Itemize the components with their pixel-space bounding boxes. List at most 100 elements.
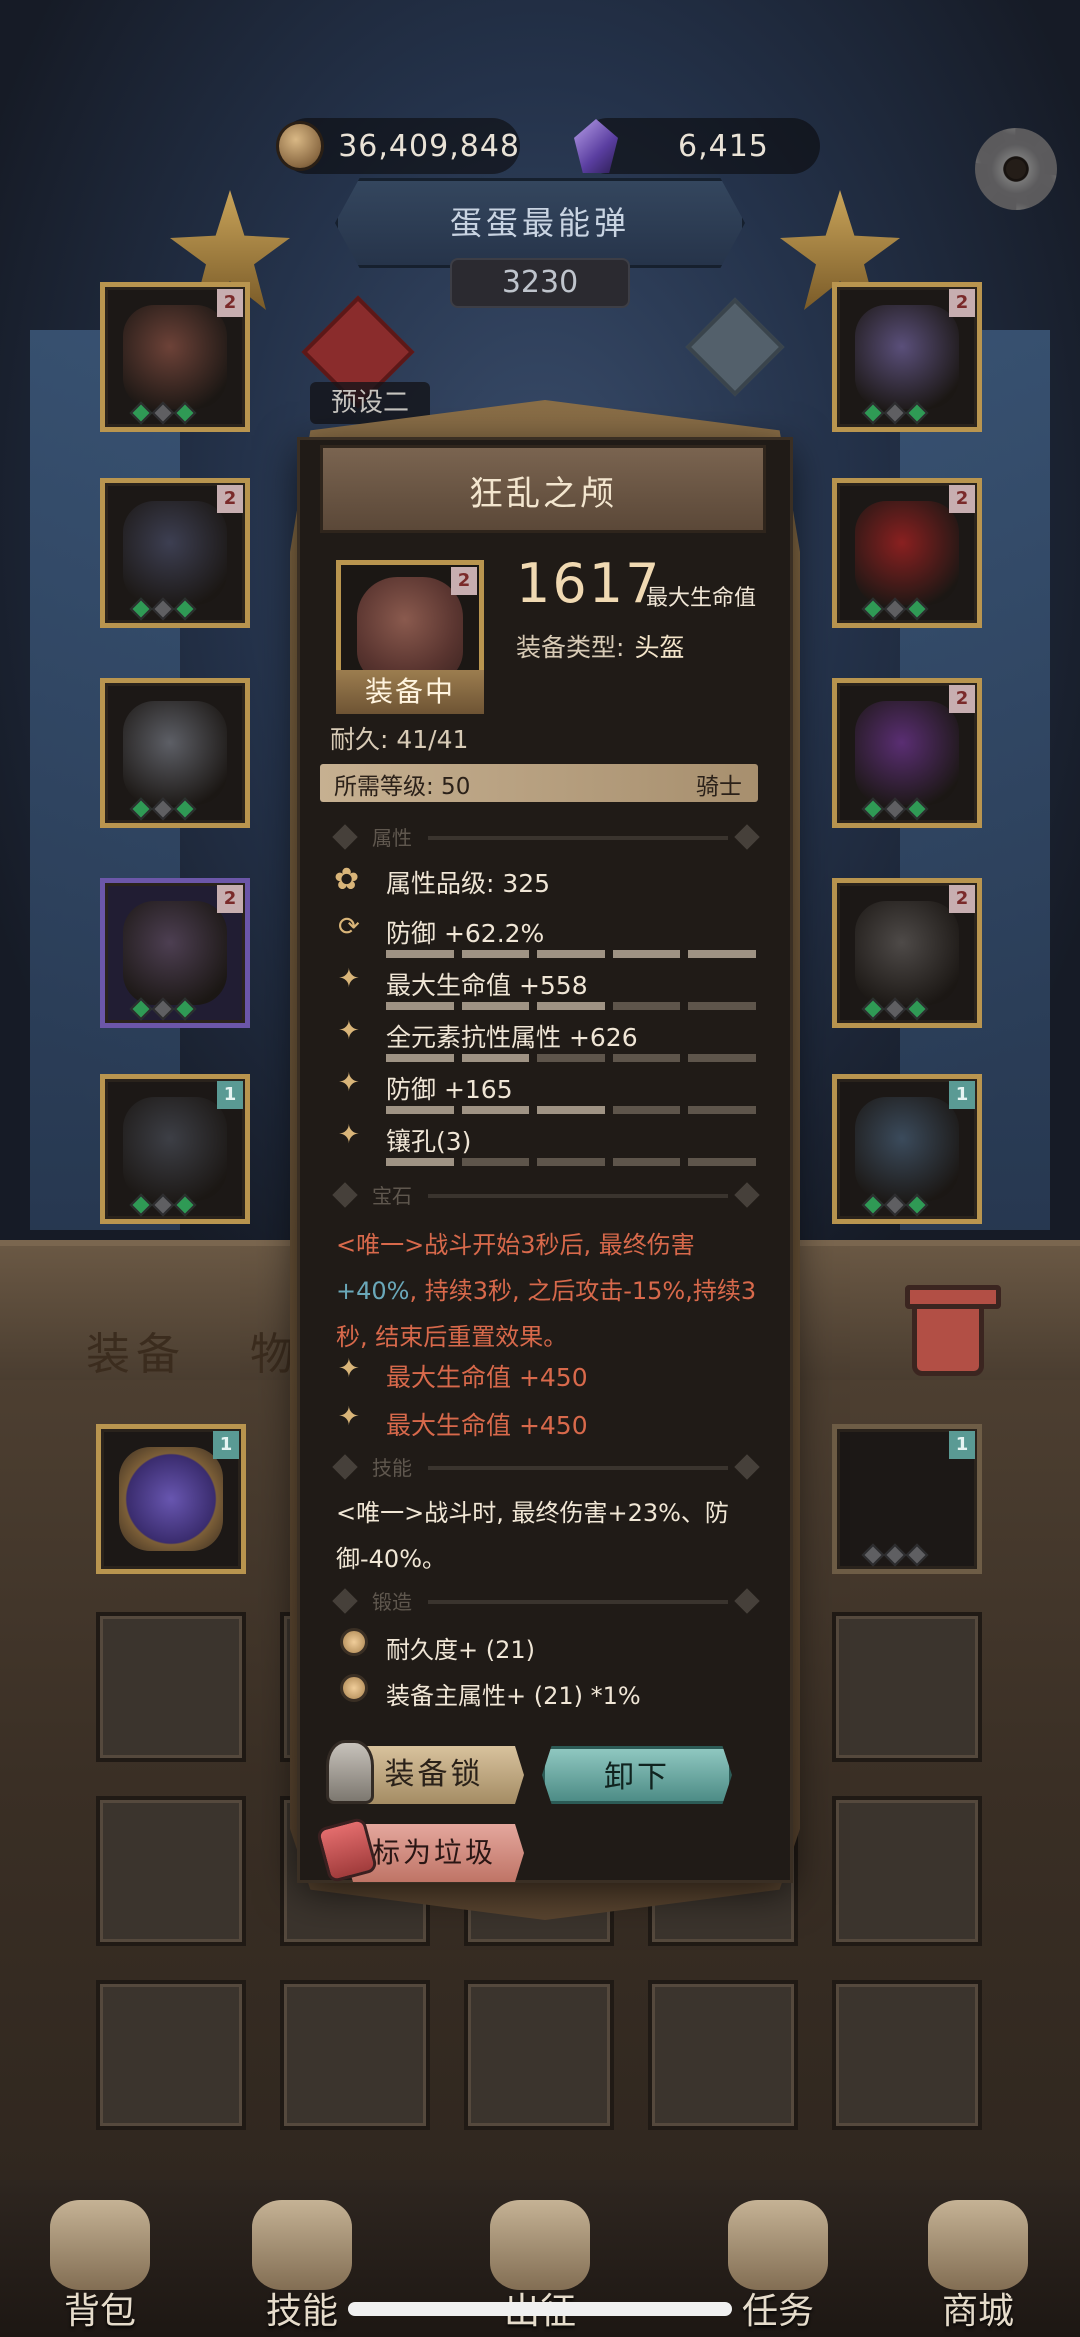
bag-slot[interactable]	[464, 1980, 614, 2130]
nav-bag[interactable]: 背包	[30, 2200, 170, 2334]
weapon-icon	[855, 901, 959, 1005]
level-badge: 2	[217, 485, 243, 513]
coin-value: 36,409,848	[338, 128, 520, 164]
stat-roll-bar	[386, 1158, 756, 1166]
section-label: 技能	[372, 1456, 412, 1480]
equip-slot-legs[interactable]: 2	[100, 878, 250, 1028]
socket-dots	[861, 797, 929, 821]
sparkle-icon: ✦	[338, 964, 360, 994]
level-badge: 1	[217, 1081, 243, 1109]
bag-slot[interactable]	[96, 1980, 246, 2130]
bag-slot[interactable]	[832, 1796, 982, 1946]
level-badge: 2	[949, 289, 975, 317]
equip-slot-armor[interactable]: 2	[100, 478, 250, 628]
forge-dot-icon	[340, 1628, 368, 1656]
skill-text: <唯一>战斗时, 最终伤害+23%、防御-40%。	[336, 1499, 729, 1573]
forge-dot-icon	[340, 1674, 368, 1702]
socket-dots	[129, 997, 197, 1021]
socket-dots	[129, 1193, 197, 1217]
armor-icon	[123, 501, 227, 605]
bag-slot[interactable]	[96, 1612, 246, 1762]
gem-stat-2: 最大生命值 +450	[386, 1411, 588, 1440]
socket-dots	[861, 1193, 929, 1217]
forge-line-1: 耐久度+ (21)	[386, 1636, 536, 1664]
equip-slot-boots[interactable]: 1	[100, 1074, 250, 1224]
refresh-icon: ⟳	[338, 912, 360, 942]
unequip-button[interactable]: 卸下	[542, 1746, 732, 1804]
amulet-icon	[855, 305, 959, 409]
stat-line: 全元素抗性属性 +626	[386, 1023, 638, 1052]
socket-dots	[861, 401, 929, 425]
socket-dots	[129, 401, 197, 425]
level-badge: 1	[949, 1081, 975, 1109]
gem-stat-1: 最大生命值 +450	[386, 1363, 588, 1392]
settings-gear-icon[interactable]	[975, 128, 1057, 210]
coin-counter[interactable]: 36,409,848	[276, 118, 520, 174]
required-level: 所需等级: 50	[334, 774, 471, 800]
bag-item-slot[interactable]: 1	[832, 1424, 982, 1574]
relic-icon	[855, 1097, 959, 1201]
gem-effect-highlight: +40%	[336, 1277, 410, 1305]
main-stat-value: 1617	[516, 552, 662, 615]
shield-icon	[855, 701, 959, 805]
sparkle-icon: ✦	[338, 1068, 360, 1098]
scroll-icon	[728, 2200, 828, 2290]
equip-slot-relic[interactable]: 1	[832, 1074, 982, 1224]
socket-dots	[861, 597, 929, 621]
equip-slot-amulet[interactable]: 2	[832, 282, 982, 432]
lock-icon	[326, 1740, 374, 1804]
tab-equipment[interactable]: 装备	[86, 1318, 186, 1382]
bag-item-ring[interactable]: 1	[96, 1424, 246, 1574]
home-indicator[interactable]	[348, 2302, 732, 2316]
stat-roll-bar	[386, 950, 756, 958]
equip-slot-weapon[interactable]: 2	[832, 878, 982, 1028]
bag-slot[interactable]	[832, 1980, 982, 2130]
equip-slot-helmet[interactable]: 2	[100, 282, 250, 432]
nav-shop[interactable]: 商城	[908, 2200, 1048, 2334]
skill-book-icon	[252, 2200, 352, 2290]
section-forge: 锻造	[332, 1586, 760, 1616]
gem-value: 6,415	[678, 128, 769, 164]
bag-slot[interactable]	[832, 1612, 982, 1762]
stat-roll-bar	[386, 1106, 756, 1114]
bag-icon	[50, 2200, 150, 2290]
main-stat-unit: 最大生命值	[646, 586, 757, 611]
section-skills: 技能	[332, 1452, 760, 1482]
sparkle-icon: ✦	[338, 1120, 360, 1150]
bag-slot[interactable]	[280, 1980, 430, 2130]
equip-type-value: 头盔	[634, 633, 685, 662]
bag-slot[interactable]	[96, 1796, 246, 1946]
equip-slot-ring[interactable]: 2	[832, 478, 982, 628]
section-gems: 宝石	[332, 1180, 760, 1210]
helmet-icon	[357, 577, 463, 683]
stat-roll-bar	[386, 1054, 756, 1062]
quality-text: 属性品级: 325	[386, 869, 551, 898]
equip-type-label: 装备类型:	[516, 633, 625, 662]
section-label: 属性	[372, 826, 412, 850]
trash-can-icon[interactable]	[905, 1285, 1001, 1376]
durability: 耐久: 41/41	[330, 725, 469, 754]
equip-slot-shield[interactable]: 2	[832, 678, 982, 828]
equipped-tag: 装备中	[336, 670, 484, 714]
gem-effect-a: <唯一>战斗开始3秒后, 最终伤害	[336, 1231, 695, 1259]
sparkle-icon: ✦	[338, 1354, 360, 1384]
socket-dots	[129, 797, 197, 821]
quality-icon: ✿	[334, 862, 360, 897]
bag-slot[interactable]	[648, 1980, 798, 2130]
socket-dots	[129, 597, 197, 621]
level-badge: 2	[949, 685, 975, 713]
stat-line: 最大生命值 +558	[386, 971, 588, 1000]
shop-crown-icon	[928, 2200, 1028, 2290]
level-badge: 1	[949, 1431, 975, 1459]
ring-icon	[855, 501, 959, 605]
required-class: 骑士	[696, 774, 742, 800]
level-badge: 2	[451, 567, 477, 595]
socket-dots	[861, 1543, 929, 1567]
equip-slot-gauntlet[interactable]	[100, 678, 250, 828]
ring-icon	[119, 1447, 223, 1551]
socket-dots	[861, 997, 929, 1021]
level-badge: 2	[217, 885, 243, 913]
power-score: 3230	[450, 258, 630, 308]
sparkle-icon: ✦	[338, 1402, 360, 1432]
gem-counter[interactable]: 6,415	[574, 118, 820, 174]
